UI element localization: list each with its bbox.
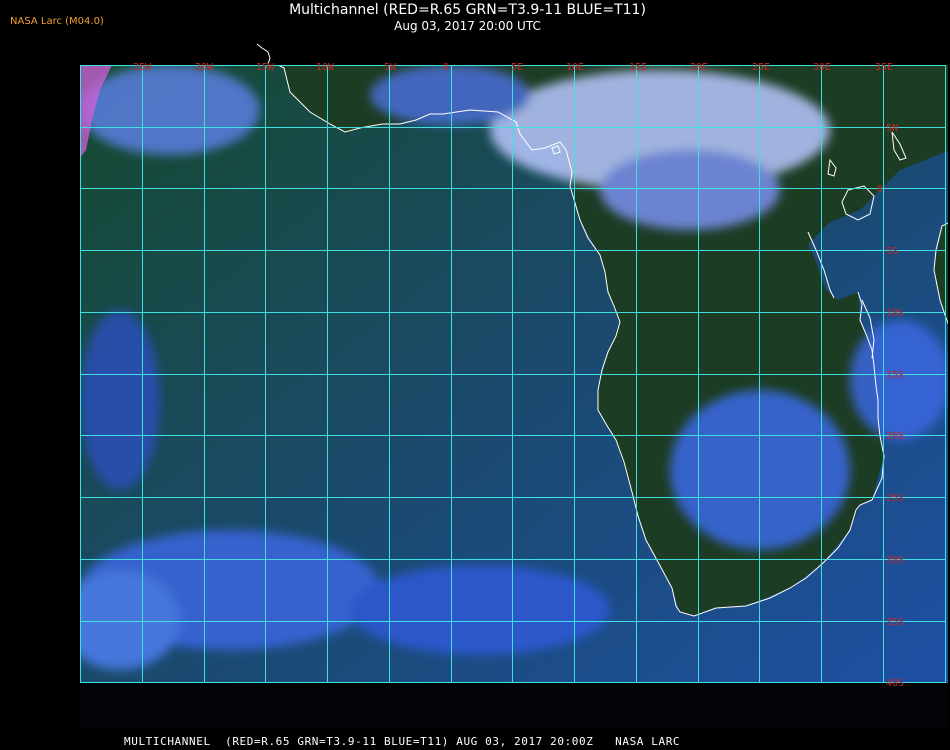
lon-label-35E: 35E — [875, 62, 893, 73]
lon-label-5E: 5E — [511, 62, 523, 73]
lat-label-35S: 35S — [886, 617, 904, 628]
cloud-southwest — [80, 570, 180, 670]
lat-label-25S: 25S — [886, 493, 904, 504]
lon-label-25E: 25E — [752, 62, 770, 73]
lon-label-5W: 5W — [384, 62, 397, 73]
lat-label-40S: 40S — [886, 678, 904, 689]
coastline-north-overflow — [256, 43, 271, 65]
lon-label-15E: 15E — [629, 62, 647, 73]
lon-label-25W: 25W — [133, 62, 152, 73]
footer-caption: MULTICHANNEL (RED=R.65 GRN=T3.9-11 BLUE=… — [124, 735, 681, 748]
lat-label-20S: 20S — [886, 431, 904, 442]
lat-label-30S: 30S — [886, 555, 904, 566]
lat-label-15S: 15S — [886, 370, 904, 381]
lon-label-0: 0 — [443, 62, 449, 73]
cloud-congo — [600, 150, 780, 230]
outside-data-area — [80, 683, 948, 727]
lon-label-15W: 15W — [256, 62, 275, 73]
lat-label-10S: 10S — [886, 308, 904, 319]
lon-label-10E: 10E — [566, 62, 584, 73]
map-layers — [80, 65, 948, 727]
lat-label-5N: 5N — [886, 123, 898, 134]
lon-label-30E: 30E — [813, 62, 831, 73]
lon-label-10W: 10W — [316, 62, 335, 73]
lon-label-20W: 20W — [195, 62, 214, 73]
lat-label-5S: 5S — [886, 246, 898, 257]
lon-label-20E: 20E — [690, 62, 708, 73]
lat-label-0: 0 — [877, 184, 883, 195]
cloud-north-atlantic — [80, 65, 260, 155]
satellite-map: 25W 20W 15W 10W 5W 0 5E 10E 15E 20E 25E … — [80, 43, 948, 727]
cloud-west-atlantic — [80, 310, 160, 490]
